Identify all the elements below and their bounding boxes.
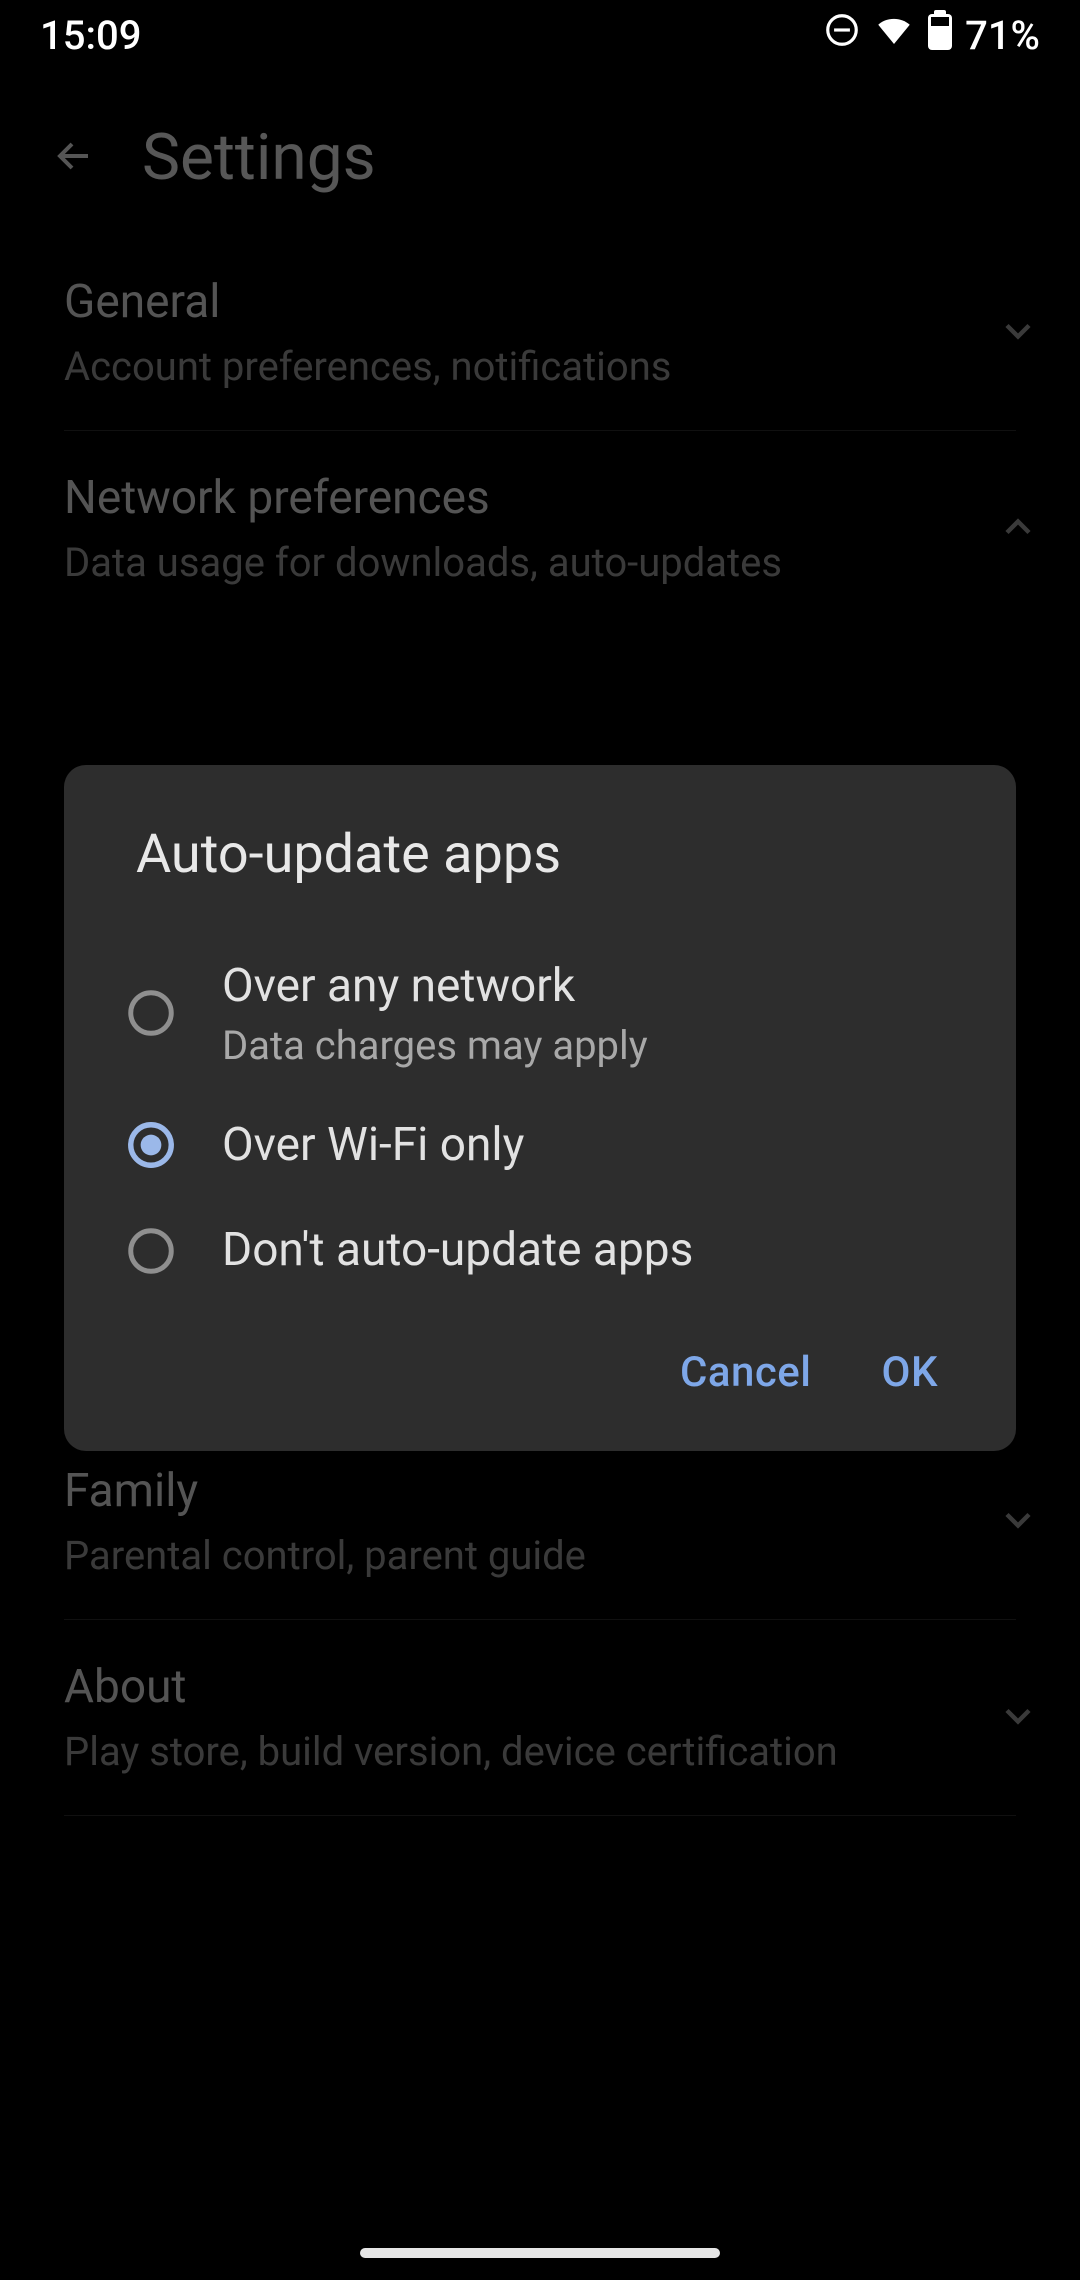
radio-unselected-icon[interactable] bbox=[124, 1224, 178, 1278]
option-sublabel: Data charges may apply bbox=[222, 1022, 648, 1069]
auto-update-dialog: Auto-update apps Over any network Data c… bbox=[64, 765, 1016, 1451]
battery-icon bbox=[927, 10, 953, 60]
option-label: Over any network bbox=[222, 958, 648, 1016]
status-battery-pct: 71% bbox=[965, 12, 1040, 59]
option-label: Over Wi-Fi only bbox=[222, 1117, 524, 1175]
status-time: 15:09 bbox=[40, 12, 141, 59]
option-label: Don't auto-update apps bbox=[222, 1222, 693, 1280]
nav-home-pill[interactable] bbox=[360, 2248, 720, 2258]
dnd-icon bbox=[823, 11, 861, 59]
option-any-network[interactable]: Over any network Data charges may apply bbox=[64, 934, 1016, 1093]
ok-button[interactable]: OK bbox=[882, 1348, 938, 1397]
radio-selected-icon[interactable] bbox=[124, 1118, 178, 1172]
dialog-title: Auto-update apps bbox=[64, 823, 1016, 934]
option-wifi-only[interactable]: Over Wi-Fi only bbox=[64, 1093, 1016, 1199]
status-bar: 15:09 71% bbox=[0, 0, 1080, 70]
radio-unselected-icon[interactable] bbox=[124, 986, 178, 1040]
cancel-button[interactable]: Cancel bbox=[680, 1348, 812, 1397]
wifi-icon bbox=[873, 9, 915, 61]
option-dont-update[interactable]: Don't auto-update apps bbox=[64, 1198, 1016, 1304]
